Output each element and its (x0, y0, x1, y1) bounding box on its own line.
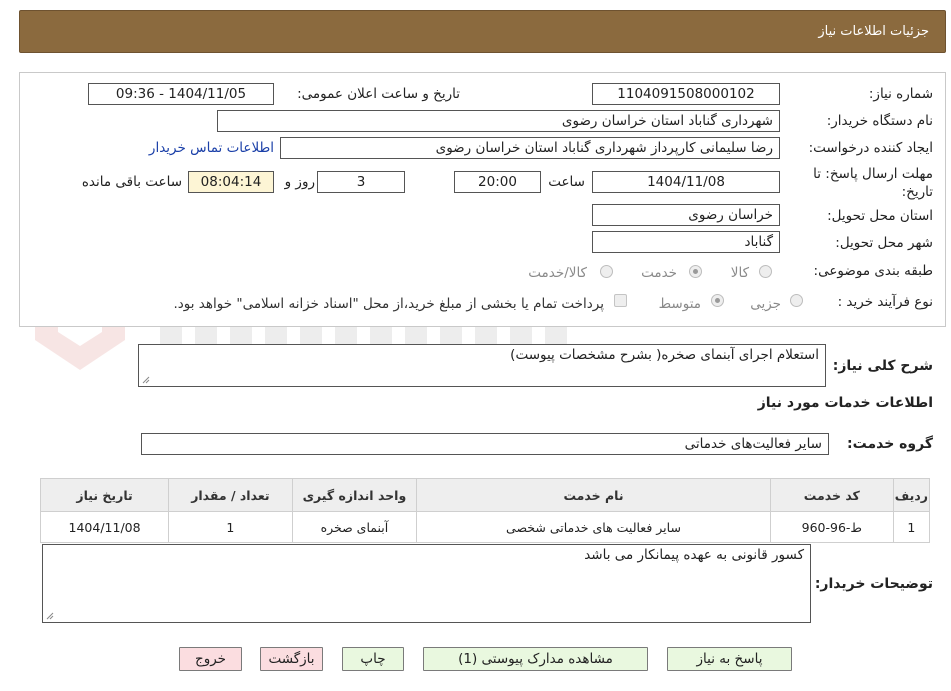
deadline-label: مهلت ارسال پاسخ: تا (813, 166, 933, 182)
col-service-code: کد خدمت (769, 478, 894, 512)
cell-service-code: ط-96-960 (769, 511, 894, 543)
process-medium-label: متوسط (658, 296, 701, 312)
services-table-header: ردیف کد خدمت نام خدمت واحد اندازه گیری ت… (39, 478, 931, 512)
buyer-notes-field: کسور قانونی به عهده پیمانکار می باشد (42, 544, 811, 623)
time-remaining-label: ساعت باقی مانده (81, 174, 182, 190)
cell-quantity: 1 (168, 511, 293, 543)
need-number-label: شماره نیاز: (868, 86, 933, 102)
resize-grip-icon[interactable] (142, 376, 150, 384)
print-button[interactable]: چاپ (342, 647, 404, 671)
page-title: جزئیات اطلاعات نیاز (818, 24, 929, 39)
buyer-contact-link[interactable]: اطلاعات تماس خریدار (149, 140, 274, 156)
announce-datetime-field: 1404/11/05 - 09:36 (88, 83, 274, 105)
exit-button[interactable]: خروج (179, 647, 242, 671)
days-remaining-field: 3 (317, 171, 405, 193)
service-group-label: گروه خدمت: (847, 436, 933, 452)
col-service-name: نام خدمت (416, 478, 771, 512)
treasury-payment-checkbox[interactable] (614, 294, 627, 307)
page-header: جزئیات اطلاعات نیاز (19, 10, 946, 53)
need-summary-text: استعلام اجرای آبنمای صخره( بشرح مشخصات پ… (510, 347, 819, 363)
col-row-number: ردیف (892, 478, 931, 512)
process-minor-radio[interactable] (790, 294, 803, 307)
cell-unit: آبنمای صخره (291, 511, 418, 543)
category-goods-service-radio[interactable] (600, 265, 613, 278)
need-summary-field: استعلام اجرای آبنمای صخره( بشرح مشخصات پ… (138, 344, 826, 387)
process-type-label: نوع فرآیند خرید : (837, 294, 933, 310)
time-remaining-field: 08:04:14 (188, 171, 274, 193)
deadline-time-label: ساعت (548, 174, 585, 190)
table-row: 1 ط-96-960 سایر فعالیت های خدماتی شخصی آ… (39, 511, 931, 543)
cell-need-date: 1404/11/08 (39, 511, 170, 543)
buyer-notes-label: توضیحات خریدار: (814, 576, 933, 592)
category-service-label: خدمت (641, 265, 677, 281)
cell-row-number: 1 (892, 511, 931, 543)
buyer-org-field: شهرداری گناباد استان خراسان رضوی (217, 110, 780, 132)
days-label: روز و (284, 174, 315, 190)
back-button[interactable]: بازگشت (260, 647, 323, 671)
request-creator-field: رضا سلیمانی کارپرداز شهرداری گناباد استا… (280, 137, 780, 159)
treasury-payment-note: پرداخت تمام یا بخشی از مبلغ خرید،از محل … (173, 296, 604, 312)
category-label: طبقه بندی موضوعی: (813, 263, 933, 279)
delivery-city-label: شهر محل تحویل: (835, 235, 933, 251)
delivery-province-label: استان محل تحویل: (827, 208, 933, 224)
respond-button[interactable]: پاسخ به نیاز (667, 647, 792, 671)
delivery-province-field: خراسان رضوی (592, 204, 780, 226)
request-creator-label: ایجاد کننده درخواست: (808, 140, 933, 156)
process-minor-label: جزیی (750, 296, 781, 312)
delivery-city-field: گناباد (592, 231, 780, 253)
services-section-title: اطلاعات خدمات مورد نیاز (757, 395, 933, 411)
announce-datetime-label: تاریخ و ساعت اعلان عمومی: (297, 86, 460, 102)
deadline-label-date: تاریخ: (901, 184, 933, 200)
need-number-field: 1104091508000102 (592, 83, 780, 105)
process-medium-radio[interactable] (711, 294, 724, 307)
services-table: ردیف کد خدمت نام خدمت واحد اندازه گیری ت… (39, 478, 931, 543)
category-goods-label: کالا (730, 265, 749, 281)
col-need-date: تاریخ نیاز (39, 478, 170, 512)
buyer-notes-text: کسور قانونی به عهده پیمانکار می باشد (584, 547, 804, 563)
category-goods-radio[interactable] (759, 265, 772, 278)
deadline-time-field: 20:00 (454, 171, 541, 193)
resize-grip-icon[interactable] (46, 612, 54, 620)
category-service-radio[interactable] (689, 265, 702, 278)
view-attachments-button[interactable]: مشاهده مدارک پیوستی (1) (423, 647, 648, 671)
col-unit: واحد اندازه گیری (291, 478, 418, 512)
service-group-field: سایر فعالیت‌های خدماتی (141, 433, 829, 455)
cell-service-name: سایر فعالیت های خدماتی شخصی (416, 511, 771, 543)
deadline-date-field: 1404/11/08 (592, 171, 780, 193)
category-goods-service-label: کالا/خدمت (528, 265, 587, 281)
buyer-org-label: نام دستگاه خریدار: (826, 113, 933, 129)
col-quantity: تعداد / مقدار (168, 478, 293, 512)
need-summary-label: شرح کلی نیاز: (832, 358, 933, 374)
